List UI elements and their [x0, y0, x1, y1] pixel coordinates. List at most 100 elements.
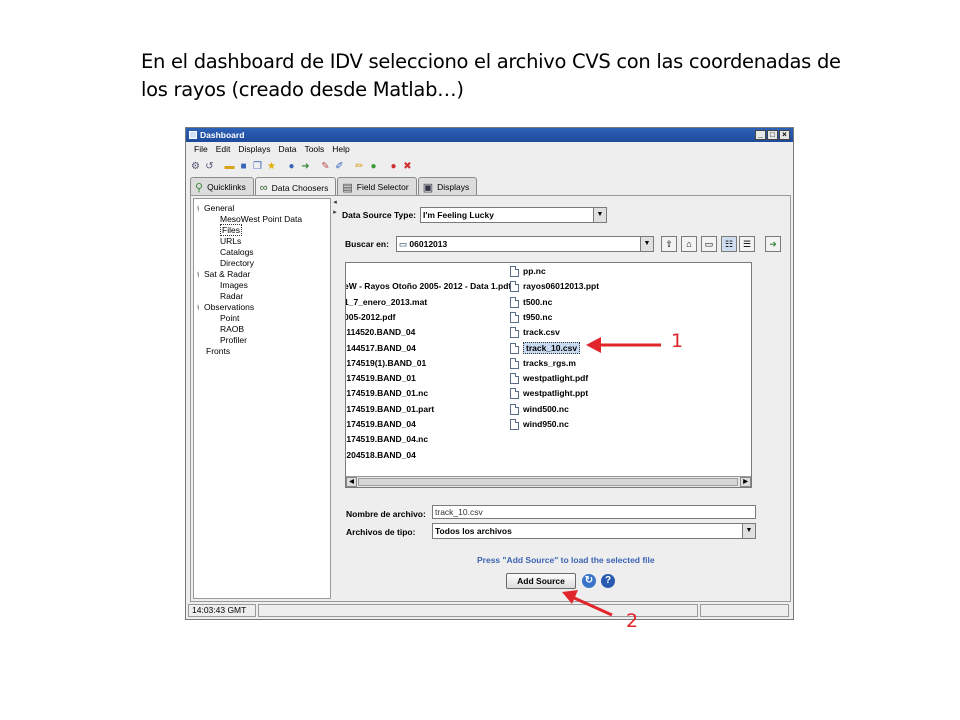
file-icon [510, 327, 519, 339]
tree-node-general[interactable]: ᚬ General [196, 203, 234, 213]
maximize-button[interactable]: □ [767, 130, 778, 140]
minimize-button[interactable]: _ [755, 130, 766, 140]
pencil-icon[interactable]: ✏ [354, 161, 365, 172]
add-source-button[interactable]: Add Source [506, 573, 576, 589]
horizontal-scrollbar[interactable]: ◀ ▶ [346, 476, 751, 487]
file-item[interactable]: .174519.BAND_01.nc [346, 387, 428, 400]
tree-node-catalogs[interactable]: Catalogs [220, 247, 254, 257]
menu-file[interactable]: File [190, 143, 212, 156]
filename-input[interactable]: track_10.csv [432, 505, 756, 519]
menu-data[interactable]: Data [274, 143, 300, 156]
file-item[interactable]: t500.nc [510, 296, 552, 309]
file-item[interactable]: .144517.BAND_04 [346, 342, 416, 355]
save-icon[interactable]: ■ [238, 161, 249, 172]
file-item[interactable]: tracks_rgs.m [510, 357, 576, 370]
tree-node-mesowest[interactable]: MesoWest Point Data [220, 214, 302, 224]
scroll-thumb[interactable] [358, 478, 738, 486]
file-item[interactable]: track.csv [510, 326, 560, 339]
file-item[interactable]: .174519(1).BAND_01 [346, 357, 426, 370]
chooser-tree: ᚬ General MesoWest Point Data Files URLs … [193, 198, 331, 599]
file-item[interactable]: .114520.BAND_04 [346, 326, 415, 339]
status-extra [700, 604, 789, 617]
tab-quicklinks[interactable]: ⚲ Quicklinks [190, 177, 254, 196]
file-item[interactable]: westpatlight.ppt [510, 387, 588, 400]
file-item[interactable]: eW - Rayos Otoño 2005- 2012 - Data 1.pdf [346, 280, 511, 293]
expand-icon: ᚬ [196, 206, 201, 213]
file-item[interactable]: 1_7_enero_2013.mat [346, 296, 427, 309]
view-icon[interactable]: ⚙ [190, 161, 201, 172]
menu-help[interactable]: Help [328, 143, 353, 156]
paint-icon[interactable]: ✐ [334, 161, 345, 172]
tree-node-files[interactable]: Files [220, 224, 242, 236]
tree-node-point[interactable]: Point [220, 313, 239, 323]
tab-label: Quicklinks [207, 182, 246, 192]
quicklinks-icon: ⚲ [195, 181, 204, 194]
filename-label: Nombre de archivo: [346, 509, 426, 519]
new-folder-icon[interactable]: ▭ [701, 236, 717, 252]
cancel-icon[interactable]: ✖ [402, 161, 413, 172]
file-icon [510, 311, 519, 323]
globe-icon[interactable]: ● [368, 161, 379, 172]
menu-displays[interactable]: Displays [234, 143, 274, 156]
file-item[interactable]: .174519.BAND_01.part [346, 403, 434, 416]
title-bar[interactable]: Dashboard _ □ × [186, 128, 793, 142]
tree-node-observations[interactable]: ᚬ Observations [196, 302, 254, 312]
tree-node-sat-radar[interactable]: ᚬ Sat & Radar [196, 269, 250, 279]
home-icon[interactable]: ⌂ [681, 236, 697, 252]
star-icon[interactable]: ★ [266, 161, 277, 172]
file-item[interactable]: track_10.csv [510, 341, 581, 355]
help-icon[interactable]: ● [286, 161, 297, 172]
menu-tools[interactable]: Tools [300, 143, 328, 156]
forward-icon[interactable]: ➜ [300, 161, 311, 172]
stop-icon[interactable]: ● [388, 161, 399, 172]
file-item[interactable]: wind950.nc [510, 418, 569, 431]
scroll-right-icon[interactable]: ▶ [740, 477, 751, 487]
data-source-select[interactable]: I'm Feeling Lucky ▼ [420, 207, 607, 223]
tab-field-selector[interactable]: ▤ Field Selector [337, 177, 417, 196]
filetype-select[interactable]: Todos los archivos ▼ [432, 523, 756, 539]
file-item[interactable]: .174519.BAND_04.nc [346, 433, 428, 446]
tree-node-directory[interactable]: Directory [220, 258, 254, 268]
file-item[interactable]: .174519.BAND_04 [346, 418, 416, 431]
file-item[interactable]: .174519.BAND_01 [346, 372, 416, 385]
tree-node-raob[interactable]: RAOB [220, 324, 244, 334]
forward-icon[interactable]: ➜ [765, 236, 781, 252]
file-item[interactable]: .204518.BAND_04 [346, 449, 416, 462]
details-view-icon[interactable]: ☰ [739, 236, 755, 252]
file-icon [510, 342, 519, 354]
status-time: 14:03:43 GMT [188, 604, 256, 617]
menu-edit[interactable]: Edit [212, 143, 235, 156]
tree-node-profiler[interactable]: Profiler [220, 335, 247, 345]
up-folder-icon[interactable]: ⇧ [661, 236, 677, 252]
refresh-icon[interactable]: ↻ [582, 574, 596, 588]
file-item[interactable]: wind500.nc [510, 403, 569, 416]
chevron-down-icon[interactable]: ▼ [742, 524, 755, 538]
file-item[interactable]: 005-2012.pdf [346, 311, 396, 324]
help-icon[interactable]: ? [601, 574, 615, 588]
undo-icon[interactable]: ↺ [204, 161, 215, 172]
file-item[interactable]: pp.nc [510, 265, 546, 278]
eraser-icon[interactable]: ✎ [320, 161, 331, 172]
tab-displays[interactable]: ▣ Displays [417, 177, 478, 196]
file-item[interactable]: t950.nc [510, 311, 552, 324]
file-item[interactable]: rayos06012013.ppt [510, 280, 599, 293]
file-item[interactable]: westpatlight.pdf [510, 372, 588, 385]
close-button[interactable]: × [779, 130, 790, 140]
tree-node-urls[interactable]: URLs [220, 236, 241, 246]
chevron-down-icon[interactable]: ▼ [593, 208, 606, 222]
file-icon [510, 373, 519, 385]
buscar-select[interactable]: ▭ 06012013 ▼ [396, 236, 654, 252]
hint-text: Press "Add Source" to load the selected … [477, 555, 655, 565]
tree-node-fronts[interactable]: Fronts [206, 346, 230, 356]
scroll-left-icon[interactable]: ◀ [346, 477, 357, 487]
copy-icon[interactable]: ❐ [252, 161, 263, 172]
binoculars-icon: ∞ [259, 181, 268, 194]
open-folder-icon[interactable]: ▬ [224, 161, 235, 172]
tree-node-radar[interactable]: Radar [220, 291, 243, 301]
list-view-icon[interactable]: ☷ [721, 236, 737, 252]
chevron-down-icon[interactable]: ▼ [640, 237, 653, 251]
tree-node-images[interactable]: Images [220, 280, 248, 290]
tab-bar: ⚲ Quicklinks ∞ Data Choosers ▤ Field Sel… [190, 177, 478, 197]
splitter-handle[interactable]: ◂ ▸ [332, 198, 338, 228]
tab-data-choosers[interactable]: ∞ Data Choosers [254, 177, 337, 197]
